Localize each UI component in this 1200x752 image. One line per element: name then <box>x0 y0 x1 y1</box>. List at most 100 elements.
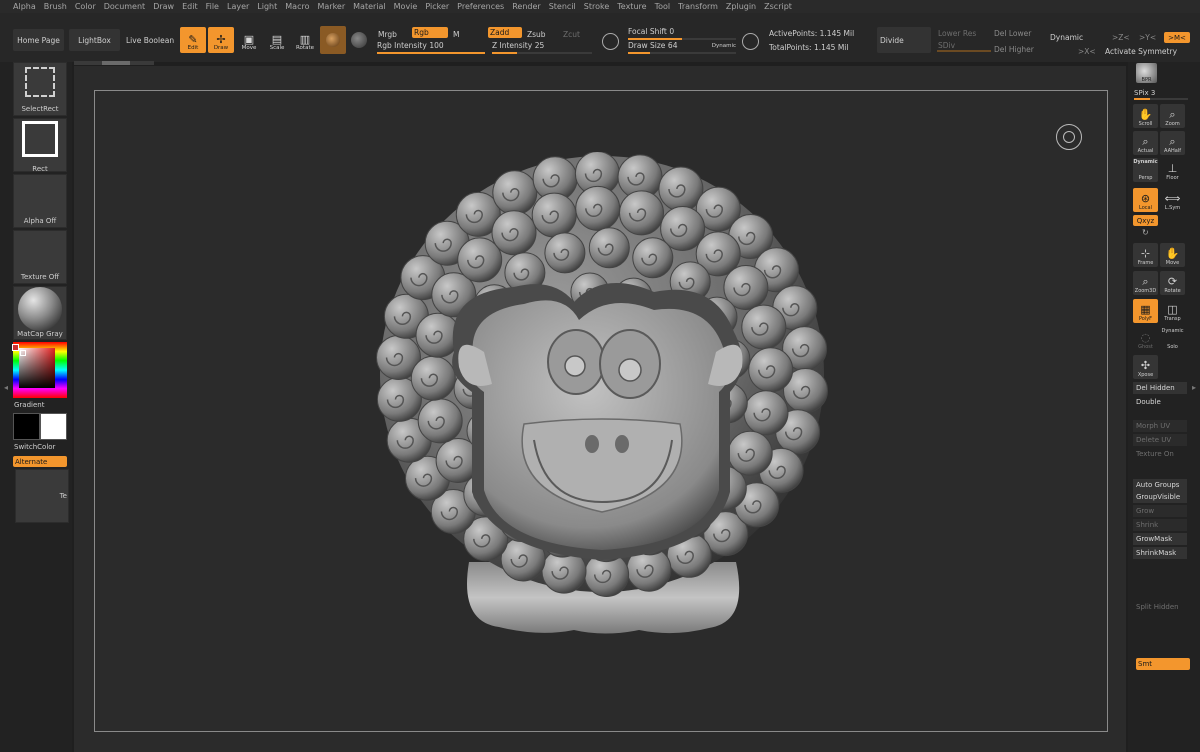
rgb-button[interactable]: Rgb <box>412 27 448 38</box>
actual-button[interactable]: ⌕ Actual <box>1133 131 1158 155</box>
symmetry-y-button[interactable]: >Y< <box>1139 33 1156 42</box>
focal-shift-slider[interactable]: Focal Shift 0 <box>628 27 736 40</box>
menu-item-zplugin[interactable]: Zplugin <box>726 2 756 11</box>
lower-res-button[interactable]: Lower Res <box>938 29 976 38</box>
menu-item-file[interactable]: File <box>206 2 219 11</box>
divide-button[interactable]: Divide <box>877 27 931 53</box>
menu-item-render[interactable]: Render <box>512 2 540 11</box>
material-swatch[interactable] <box>320 26 346 54</box>
symmetry-x-button[interactable]: >X< <box>1078 47 1096 56</box>
left-tray-arrow-icon[interactable]: ◂ <box>4 383 9 397</box>
menu-item-light[interactable]: Light <box>257 2 277 11</box>
home-page-button[interactable]: Home Page <box>13 29 64 51</box>
draw-size-icon[interactable] <box>742 33 759 50</box>
menu-item-tool[interactable]: Tool <box>655 2 671 11</box>
menu-item-macro[interactable]: Macro <box>285 2 309 11</box>
menu-item-preferences[interactable]: Preferences <box>457 2 504 11</box>
alternate-button[interactable]: Alternate <box>13 456 67 467</box>
rotate-view-button[interactable]: ⟳ Rotate <box>1160 271 1185 295</box>
scroll-button[interactable]: ✋ Scroll <box>1133 104 1158 128</box>
del-higher-button[interactable]: Del Higher <box>994 45 1034 54</box>
menu-item-zscript[interactable]: Zscript <box>764 2 792 11</box>
spix-track[interactable] <box>1134 98 1188 100</box>
split-hidden-button[interactable]: Split Hidden <box>1133 601 1187 613</box>
secondary-color-swatch[interactable] <box>40 413 67 440</box>
sheep-3d-model[interactable] <box>374 152 834 652</box>
document-scrollbar-thumb[interactable] <box>102 61 130 65</box>
aahalf-button[interactable]: ⌕ AAHalf <box>1160 131 1185 155</box>
edit-mode-button[interactable]: ✎ Edit <box>180 27 206 53</box>
menu-item-alpha[interactable]: Alpha <box>13 2 36 11</box>
alpha-slot[interactable]: Alpha Off <box>13 174 67 228</box>
texture-on-button[interactable]: Texture On <box>1133 448 1187 460</box>
del-hidden-button[interactable]: Del Hidden <box>1133 382 1187 394</box>
menu-item-document[interactable]: Document <box>104 2 145 11</box>
dynamic-subdiv-button[interactable]: Dynamic <box>1050 33 1083 42</box>
del-lower-button[interactable]: Del Lower <box>994 29 1031 38</box>
z-intensity-slider[interactable]: Z Intensity 25 <box>492 41 592 54</box>
zsub-button[interactable]: Zsub <box>527 30 546 39</box>
texture-slot[interactable]: Texture Off <box>13 230 67 284</box>
grow-mask-button[interactable]: GrowMask <box>1133 533 1187 545</box>
transp-button[interactable]: ◫ Transp <box>1160 299 1185 323</box>
double-button[interactable]: Double <box>1133 396 1187 408</box>
draw-size-dynamic-toggle[interactable]: Dynamic <box>712 43 736 49</box>
menu-item-marker[interactable]: Marker <box>317 2 345 11</box>
menu-item-draw[interactable]: Draw <box>153 2 174 11</box>
live-boolean-button[interactable]: Live Boolean <box>126 36 174 45</box>
zoom3d-button[interactable]: ⌕ Zoom3D <box>1133 271 1158 295</box>
lsym-button[interactable]: ⟺ L.Sym <box>1160 188 1185 212</box>
rotate-axis-icon[interactable]: ↻ <box>1142 228 1149 237</box>
shrink-mask-button[interactable]: ShrinkMask <box>1133 547 1187 559</box>
move-mode-button[interactable]: ▣ Move <box>236 27 262 53</box>
ghost-button[interactable]: ◌ Ghost <box>1133 327 1158 351</box>
focal-shift-icon[interactable] <box>602 33 619 50</box>
z-intensity-track[interactable] <box>492 52 592 54</box>
sdiv-slider[interactable]: SDiv <box>938 41 955 50</box>
grow-button[interactable]: Grow <box>1133 505 1187 517</box>
morph-uv-button[interactable]: Morph UV <box>1133 420 1187 432</box>
menu-item-layer[interactable]: Layer <box>227 2 249 11</box>
select-rect-tool[interactable]: SelectRect <box>13 62 67 116</box>
floor-button[interactable]: ⊥ Floor <box>1160 158 1185 182</box>
draw-size-track[interactable] <box>628 52 736 54</box>
menu-item-material[interactable]: Material <box>353 2 386 11</box>
draw-size-slider[interactable]: Draw Size 64 Dynamic <box>628 41 736 54</box>
menu-item-stroke[interactable]: Stroke <box>584 2 610 11</box>
material-slot[interactable]: MatCap Gray <box>13 286 67 340</box>
solo-button[interactable]: Dynamic Solo <box>1160 327 1185 351</box>
gradient-toggle[interactable]: Gradient <box>14 401 44 409</box>
m-button[interactable]: M <box>453 30 459 39</box>
zoom-button[interactable]: ⌕ Zoom <box>1160 104 1185 128</box>
spix-slider[interactable]: SPix 3 <box>1134 89 1155 97</box>
menu-item-texture[interactable]: Texture <box>617 2 646 11</box>
local-button[interactable]: ⊛ Local <box>1133 188 1158 212</box>
document-scrollbar[interactable] <box>74 61 154 65</box>
zcut-button[interactable]: Zcut <box>563 30 580 39</box>
frame-button[interactable]: ⊹ Frame <box>1133 243 1158 267</box>
xpose-button[interactable]: ✣ Xpose <box>1133 355 1158 379</box>
smt-button[interactable]: Smt <box>1136 658 1190 670</box>
group-visible-button[interactable]: GroupVisible <box>1133 491 1187 503</box>
draw-mode-button[interactable]: ✢ Draw <box>208 27 234 53</box>
symmetry-z-button[interactable]: >Z< <box>1112 33 1130 42</box>
zadd-button[interactable]: Zadd <box>488 27 522 38</box>
rgb-intensity-track[interactable] <box>377 52 485 54</box>
polyf-button[interactable]: ▦ PolyF <box>1133 299 1158 323</box>
rect-tool[interactable]: Rect <box>13 118 67 173</box>
focal-shift-track[interactable] <box>628 38 736 40</box>
tool-slot[interactable]: Te <box>15 469 69 523</box>
symmetry-m-button[interactable]: >M< <box>1164 32 1190 43</box>
bpr-button[interactable]: BPR <box>1136 63 1157 83</box>
right-tray-arrow-icon[interactable]: ▸ <box>1192 383 1197 397</box>
gizmo-icon[interactable] <box>1056 124 1082 150</box>
canvas-area[interactable] <box>74 66 1126 752</box>
menu-item-picker[interactable]: Picker <box>425 2 449 11</box>
menu-item-edit[interactable]: Edit <box>182 2 198 11</box>
scale-mode-button[interactable]: ▤ Scale <box>264 27 290 53</box>
menu-item-stencil[interactable]: Stencil <box>549 2 576 11</box>
color-picker[interactable] <box>12 342 67 398</box>
menu-item-movie[interactable]: Movie <box>394 2 418 11</box>
lightbox-button[interactable]: LightBox <box>69 29 120 51</box>
sdiv-track[interactable] <box>937 50 991 52</box>
